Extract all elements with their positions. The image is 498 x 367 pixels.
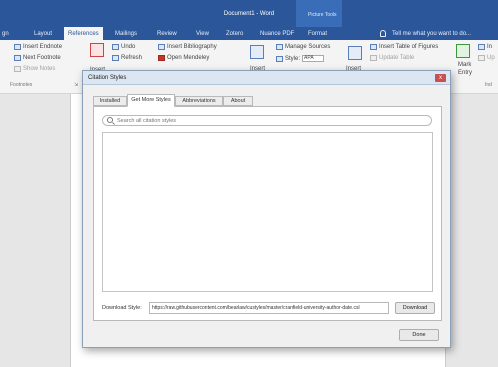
tab-nuance-pdf[interactable]: Nuance PDF	[260, 31, 294, 37]
tab-about[interactable]: About	[223, 96, 253, 106]
close-icon[interactable]: x	[435, 74, 446, 82]
tab-references[interactable]: References	[64, 27, 103, 40]
tab-get-more-styles[interactable]: Get More Styles	[127, 94, 175, 107]
search-input[interactable]	[102, 115, 432, 126]
insert-caption-icon[interactable]	[348, 46, 362, 60]
tab-review[interactable]: Review	[157, 31, 177, 37]
undo-icon	[112, 44, 119, 50]
search-icon	[107, 117, 113, 123]
tab-installed[interactable]: Installed	[93, 96, 127, 106]
manage-sources-button[interactable]: Manage Sources	[276, 44, 330, 50]
download-style-label: Download Style:	[102, 305, 142, 311]
tab-design[interactable]: gn	[2, 31, 9, 37]
done-button[interactable]: Done	[399, 329, 439, 341]
mark-entry-icon[interactable]	[456, 44, 470, 58]
get-more-styles-panel: Download Style: Download	[93, 106, 442, 321]
refresh-icon	[112, 55, 119, 61]
index-group-label: Ind	[485, 82, 492, 88]
ribbon-tabs: gn Layout References Mailings Review Vie…	[0, 27, 498, 40]
insert-bibliography-button[interactable]: Insert Bibliography	[158, 44, 217, 50]
endnote-icon	[14, 44, 21, 50]
title-bar: Picture Tools Document1 - Word	[0, 0, 498, 27]
update-index-icon	[478, 55, 485, 61]
citation-styles-dialog: Citation Styles x Installed Get More Sty…	[82, 70, 451, 348]
show-notes-icon	[14, 66, 21, 72]
tab-abbreviations[interactable]: Abbreviations	[175, 96, 223, 106]
style-icon	[276, 55, 283, 62]
mendeley-icon	[158, 55, 165, 61]
undo-button[interactable]: Undo	[112, 44, 135, 50]
tell-me-box[interactable]: Tell me what you want to do...	[392, 31, 471, 37]
insert-endnote-button[interactable]: Insert Endnote	[14, 44, 62, 50]
dialog-title-bar: Citation Styles x	[83, 71, 450, 85]
tab-mailings[interactable]: Mailings	[115, 31, 137, 37]
footnotes-dialog-launcher-icon[interactable]: ⇲	[74, 82, 78, 88]
insert-citation-icon[interactable]	[250, 45, 264, 59]
update-table-button[interactable]: Update Table	[370, 55, 414, 61]
insert-table-of-figures-button[interactable]: Insert Table of Figures	[370, 44, 438, 50]
show-notes-button[interactable]: Show Notes	[14, 66, 55, 72]
tab-format[interactable]: Format	[308, 31, 327, 37]
bibliography-icon	[158, 44, 165, 50]
next-footnote-button[interactable]: Next Footnote	[14, 55, 61, 61]
update-index-button[interactable]: Up	[478, 55, 495, 61]
download-button[interactable]: Download	[395, 302, 435, 314]
tab-zotero[interactable]: Zotero	[226, 31, 243, 37]
zotero-insert-citation-icon[interactable]	[90, 43, 104, 57]
refresh-button[interactable]: Refresh	[112, 55, 142, 61]
open-mendeley-button[interactable]: Open Mendeley	[158, 55, 209, 61]
citation-style-select[interactable]: Style: APA	[276, 55, 325, 62]
manage-sources-icon	[276, 44, 283, 50]
tab-view[interactable]: View	[196, 31, 209, 37]
download-url-input[interactable]	[149, 302, 389, 314]
tab-layout[interactable]: Layout	[34, 31, 52, 37]
dialog-title: Citation Styles	[88, 75, 127, 81]
window-title: Document1 - Word	[223, 11, 275, 17]
footnotes-group-label: Footnotes	[10, 82, 33, 88]
style-dropdown[interactable]: APA	[302, 55, 325, 62]
insert-index-button[interactable]: In	[478, 44, 492, 50]
styles-list[interactable]	[102, 132, 433, 292]
insert-index-icon	[478, 44, 485, 50]
lightbulb-icon	[380, 30, 386, 37]
mark-label: Mark	[458, 62, 472, 68]
table-of-figures-icon	[370, 44, 377, 50]
update-table-icon	[370, 55, 377, 61]
next-footnote-icon	[14, 55, 21, 61]
entry-label: Entry	[458, 70, 473, 76]
